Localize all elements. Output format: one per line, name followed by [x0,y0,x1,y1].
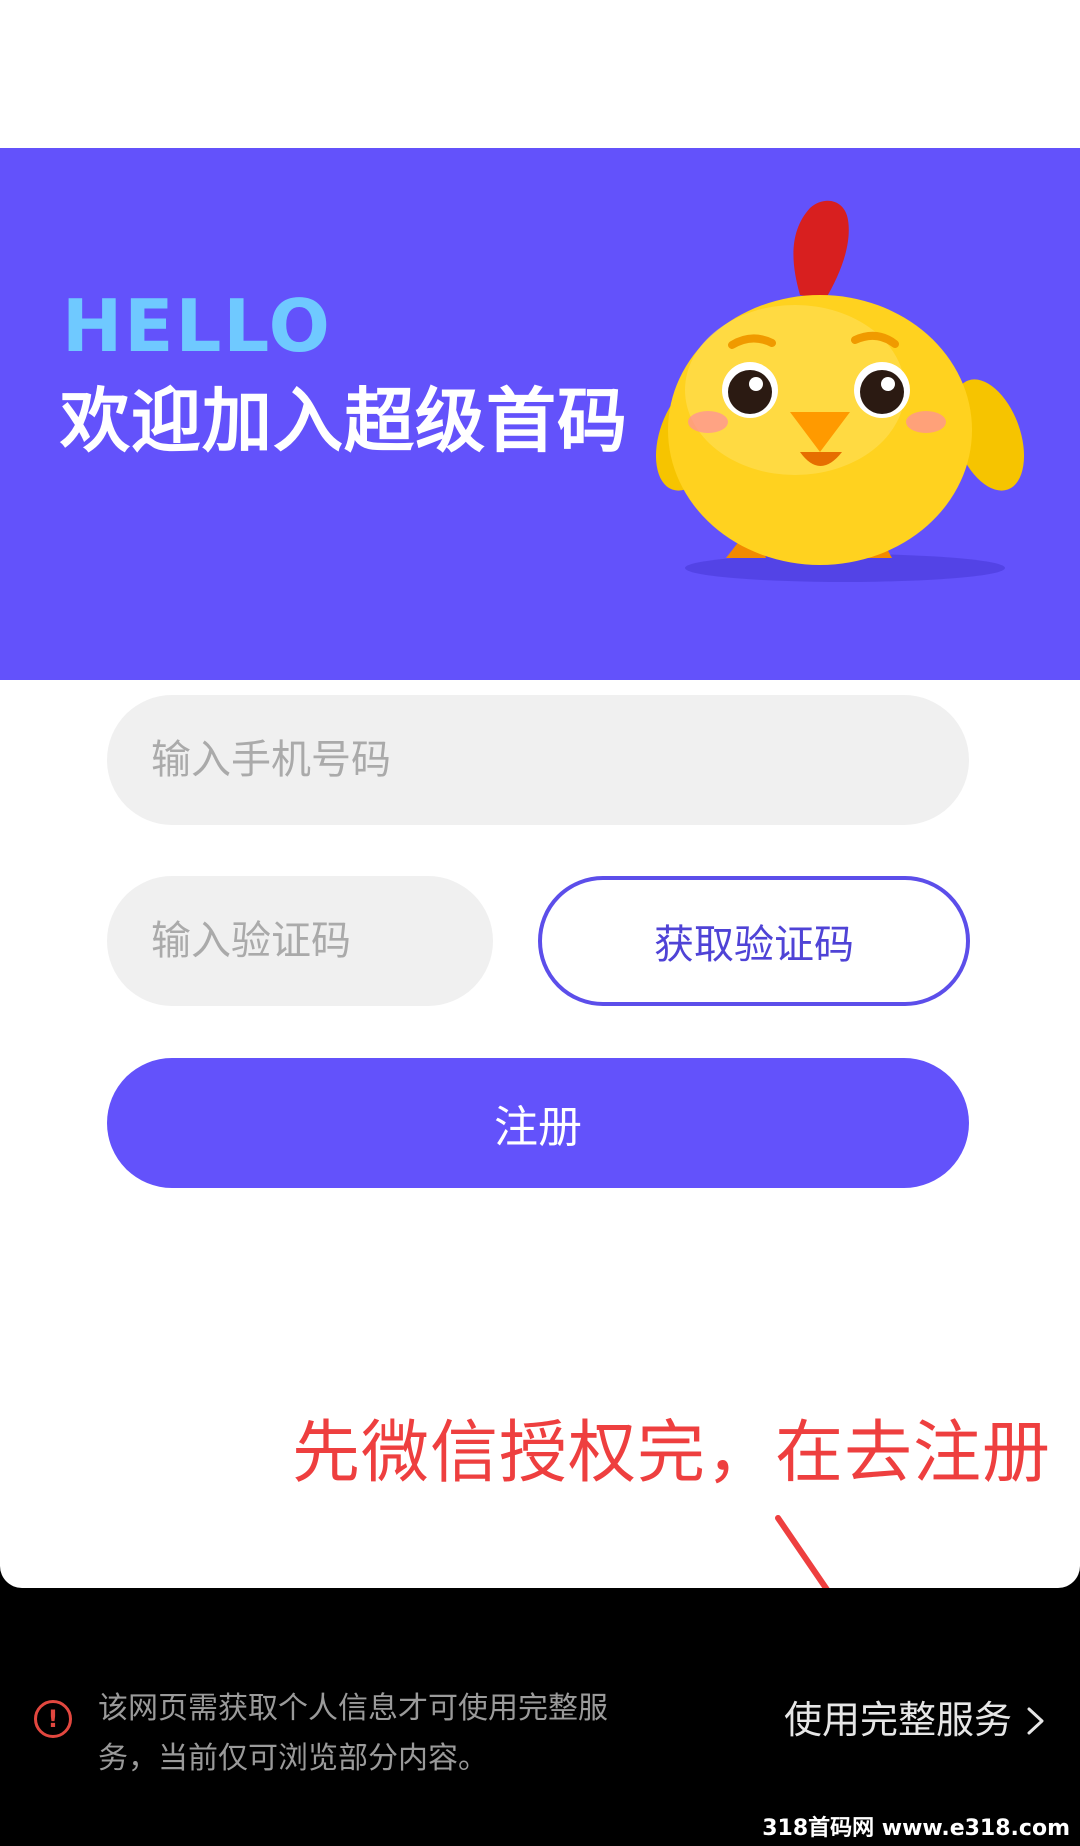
phone-number-placeholder: 输入手机号码 [151,737,391,783]
phone-number-input[interactable]: 输入手机号码 [107,695,969,825]
alert-circle-icon: ! [34,1700,72,1738]
chevron-right-icon[interactable] [1026,1706,1046,1736]
get-verification-code-button[interactable]: 获取验证码 [538,876,970,1006]
annotation-arrow-icon [775,1515,830,1588]
page-content: HELLO 欢迎加入超级首码 输入手机号码 输入验证码 获取验证码 注册 先微信… [0,0,1080,1588]
watermark: 318首码网 www.e318.com [762,1816,1070,1841]
annotation-text: 先微信授权完，在去注册 [292,1414,1052,1493]
permission-notice-text: 该网页需获取个人信息才可使用完整服务，当前仅可浏览部分内容。 [98,1691,608,1776]
banner-welcome-title: 欢迎加入超级首码 [60,380,628,462]
chick-mascot-illustration [655,200,1025,582]
verification-code-placeholder: 输入验证码 [151,918,351,964]
register-button[interactable]: 注册 [107,1058,969,1188]
banner-hello: HELLO [62,284,332,368]
verification-code-input[interactable]: 输入验证码 [107,876,493,1006]
use-full-service-button[interactable]: 使用完整服务 [784,1701,1012,1739]
